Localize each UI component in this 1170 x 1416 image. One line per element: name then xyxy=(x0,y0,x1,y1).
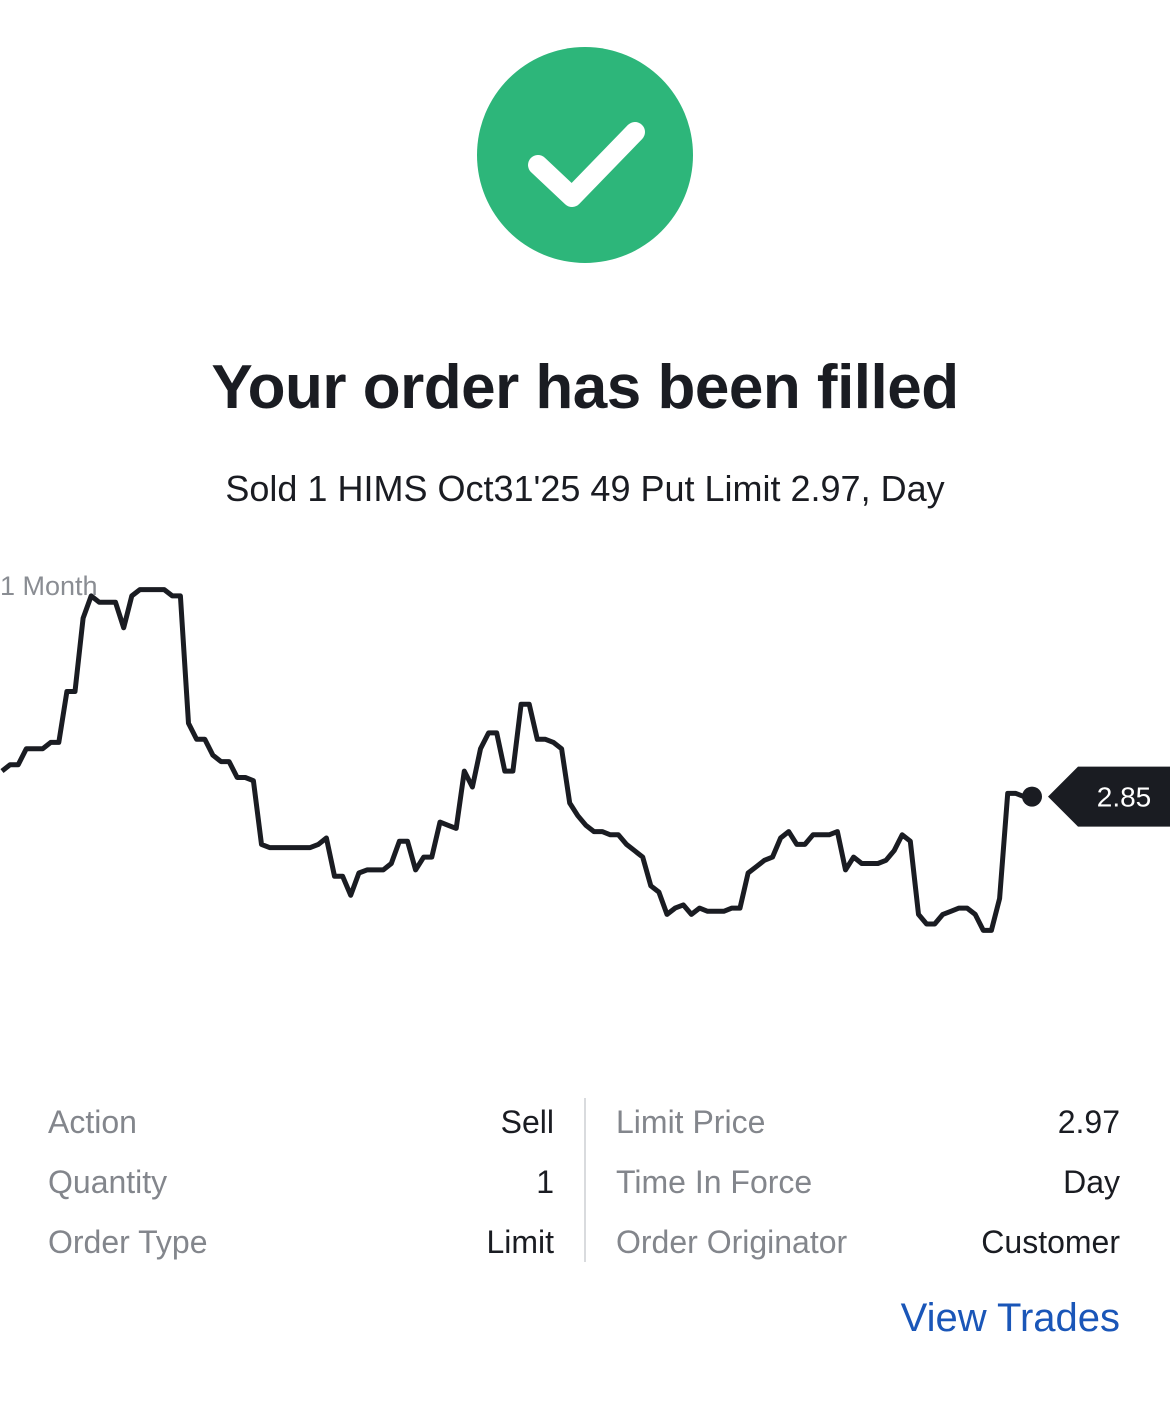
detail-value: Day xyxy=(1063,1164,1120,1200)
detail-label: Order Originator xyxy=(616,1224,848,1260)
detail-value: Limit xyxy=(486,1224,554,1260)
detail-row-time-in-force: Time In Force Day xyxy=(616,1152,1120,1212)
detail-value: 1 xyxy=(536,1164,554,1200)
detail-value: 2.97 xyxy=(1057,1104,1120,1140)
detail-label: Time In Force xyxy=(616,1164,813,1200)
detail-value: Customer xyxy=(981,1224,1120,1260)
view-trades-link[interactable]: View Trades xyxy=(901,1296,1120,1341)
detail-row-order-originator: Order Originator Customer xyxy=(616,1212,1120,1272)
order-details: Action Sell Quantity 1 Order Type Limit … xyxy=(48,1092,1120,1262)
details-left-column: Action Sell Quantity 1 Order Type Limit xyxy=(48,1092,554,1272)
checkmark-icon xyxy=(528,122,645,207)
detail-label: Limit Price xyxy=(616,1104,766,1140)
details-right-column: Limit Price 2.97 Time In Force Day Order… xyxy=(616,1092,1120,1272)
order-summary: Sold 1 HIMS Oct31'25 49 Put Limit 2.97, … xyxy=(225,468,945,509)
detail-label: Order Type xyxy=(48,1224,208,1260)
chart-period-label: 1 Month xyxy=(0,571,98,601)
last-price-dot xyxy=(1022,786,1042,807)
detail-row-action: Action Sell xyxy=(48,1092,554,1152)
price-chart: 2.85 xyxy=(0,587,1170,933)
check-circle-icon xyxy=(477,47,693,263)
detail-row-limit-price: Limit Price 2.97 xyxy=(616,1092,1120,1152)
column-divider xyxy=(584,1098,586,1262)
page-title: Your order has been filled xyxy=(211,353,959,422)
price-line xyxy=(0,587,1032,933)
detail-label: Action xyxy=(48,1104,137,1140)
detail-row-order-type: Order Type Limit xyxy=(48,1212,554,1272)
detail-row-quantity: Quantity 1 xyxy=(48,1152,554,1212)
last-price-label: 2.85 xyxy=(1097,782,1152,813)
detail-label: Quantity xyxy=(48,1164,168,1200)
detail-value: Sell xyxy=(500,1104,554,1140)
